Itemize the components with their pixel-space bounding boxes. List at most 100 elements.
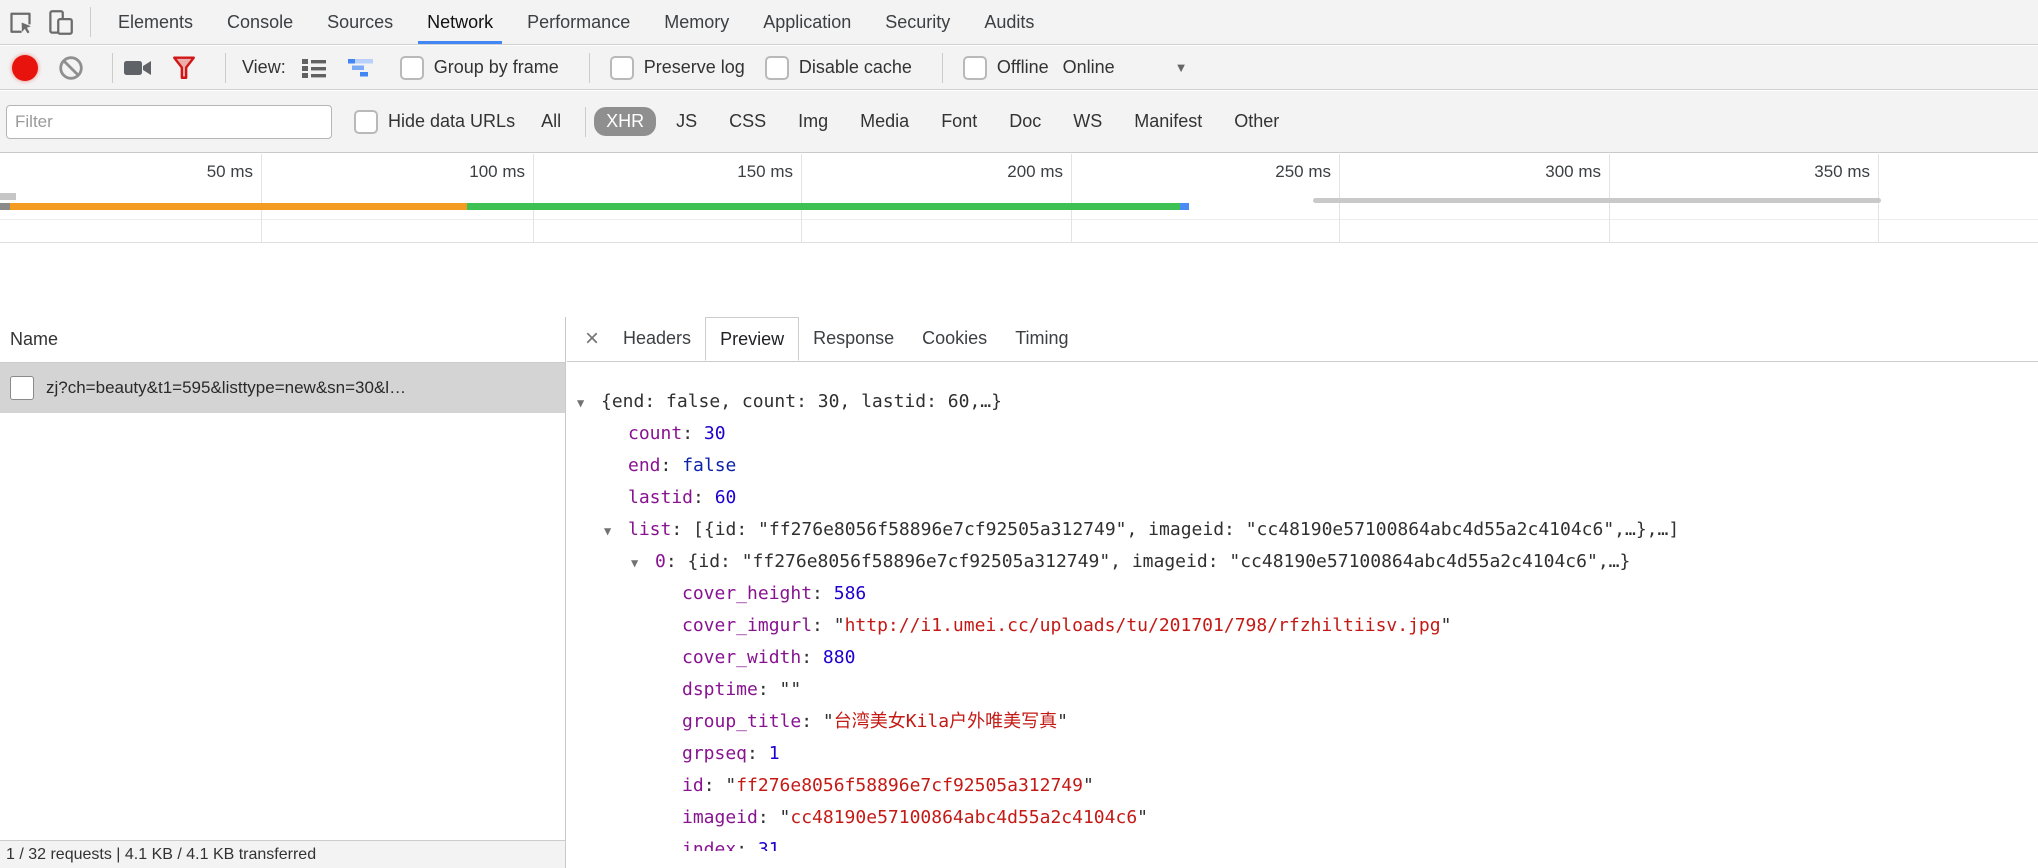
- tree-token: :: [661, 455, 683, 476]
- network-filter-bar: Hide data URLs All XHRJSCSSImgMediaFontD…: [0, 91, 2038, 153]
- hide-data-urls-checkbox[interactable]: [354, 110, 378, 134]
- filter-type-doc[interactable]: Doc: [997, 107, 1053, 136]
- tree-token: 1: [769, 743, 780, 764]
- waterfall-view-button[interactable]: [346, 56, 376, 80]
- tab-audits[interactable]: Audits: [967, 0, 1051, 44]
- throttling-selected-value[interactable]: Online: [1063, 57, 1115, 78]
- detail-tab-preview[interactable]: Preview: [705, 317, 799, 361]
- device-toolbar-button[interactable]: [40, 4, 80, 40]
- list-view-button[interactable]: [300, 56, 328, 80]
- tab-application[interactable]: Application: [746, 0, 868, 44]
- filter-type-ws[interactable]: WS: [1061, 107, 1114, 136]
- detail-tab-timing[interactable]: Timing: [1001, 317, 1082, 361]
- offline-checkbox[interactable]: [963, 56, 987, 80]
- tree-line[interactable]: cover_height: 586: [567, 578, 2038, 610]
- main-tabs: ElementsConsoleSourcesNetworkPerformance…: [101, 0, 1051, 44]
- inspect-element-button[interactable]: [0, 4, 40, 40]
- detail-tab-headers[interactable]: Headers: [609, 317, 705, 361]
- tree-line[interactable]: group_title: "台湾美女Kila户外唯美写真": [567, 706, 2038, 738]
- filter-type-all[interactable]: All: [529, 107, 573, 136]
- tree-token: :: [693, 487, 715, 508]
- capture-screenshots-button[interactable]: [123, 57, 153, 79]
- filter-type-img[interactable]: Img: [786, 107, 840, 136]
- tree-line[interactable]: id: "ff276e8056f58896e7cf92505a312749": [567, 770, 2038, 802]
- filter-type-list: XHR JS CSS Img Media Font Doc WS Manifest Other: [594, 107, 1299, 136]
- tree-token: ": [1083, 775, 1094, 796]
- tree-token: 31: [758, 839, 780, 851]
- expand-arrow-icon[interactable]: ▼: [631, 547, 655, 579]
- throttling-dropdown-arrow-icon[interactable]: ▼: [1175, 60, 1188, 75]
- record-button[interactable]: [12, 55, 38, 81]
- detail-tab-response[interactable]: Response: [799, 317, 908, 361]
- tree-token: imageid: [682, 807, 758, 828]
- name-column-header[interactable]: Name: [0, 317, 565, 363]
- tree-token: : "": [758, 679, 801, 700]
- timeline-tick-label: 300 ms: [1451, 162, 1601, 182]
- offline-label: Offline: [997, 57, 1049, 78]
- json-preview-tree: ▼{end: false, count: 30, lastid: 60,…}co…: [567, 362, 2038, 851]
- tree-token: grpseq: [682, 743, 747, 764]
- filter-toggle-button[interactable]: [171, 55, 197, 81]
- timeline-gridline: [261, 154, 262, 242]
- tree-line[interactable]: count: 30: [567, 418, 2038, 450]
- tree-line[interactable]: ▼list: [{id: "ff276e8056f58896e7cf92505a…: [567, 514, 2038, 546]
- filter-type-css[interactable]: CSS: [717, 107, 778, 136]
- tree-line[interactable]: dsptime: "": [567, 674, 2038, 706]
- filter-type-font[interactable]: Font: [929, 107, 989, 136]
- close-detail-icon[interactable]: ×: [575, 319, 609, 359]
- tree-line[interactable]: index: 31: [567, 834, 2038, 851]
- tree-line[interactable]: ▼{end: false, count: 30, lastid: 60,…}: [567, 386, 2038, 418]
- timeline-scrollbar[interactable]: [1313, 198, 1881, 203]
- request-row[interactable]: zj?ch=beauty&t1=595&listtype=new&sn=30&l…: [0, 363, 565, 413]
- disable-cache-label: Disable cache: [799, 57, 912, 78]
- tab-network[interactable]: Network: [410, 0, 510, 44]
- expand-arrow-icon[interactable]: ▼: [604, 515, 628, 547]
- tree-line[interactable]: cover_imgurl: "http://i1.umei.cc/uploads…: [567, 610, 2038, 642]
- filter-type-other[interactable]: Other: [1222, 107, 1291, 136]
- tree-line[interactable]: grpseq: 1: [567, 738, 2038, 770]
- toolbar-divider: [112, 53, 113, 83]
- tree-token: ff276e8056f58896e7cf92505a312749: [736, 775, 1083, 796]
- tree-token: ": [1057, 711, 1068, 732]
- waterfall-view-icon: [346, 56, 376, 80]
- timeline-tick-label: 350 ms: [1720, 162, 1870, 182]
- request-checkbox[interactable]: [10, 376, 34, 400]
- tab-security[interactable]: Security: [868, 0, 967, 44]
- timeline-tick-label: 100 ms: [375, 162, 525, 182]
- expand-arrow-icon[interactable]: ▼: [577, 387, 601, 419]
- tree-token: :: [682, 423, 704, 444]
- clear-button[interactable]: [58, 55, 84, 81]
- filter-type-js[interactable]: JS: [664, 107, 709, 136]
- tree-token: : ": [801, 711, 834, 732]
- tree-line[interactable]: imageid: "cc48190e57100864abc4d55a2c4104…: [567, 802, 2038, 834]
- timeline-tick-label: 200 ms: [913, 162, 1063, 182]
- tree-token: index: [682, 839, 736, 851]
- tree-token: group_title: [682, 711, 801, 732]
- filter-input[interactable]: [6, 105, 332, 139]
- filter-type-media[interactable]: Media: [848, 107, 921, 136]
- device-toolbar-icon: [47, 9, 74, 36]
- network-overview-timeline[interactable]: 50 ms100 ms150 ms200 ms250 ms300 ms350 m…: [0, 154, 2038, 243]
- tab-elements[interactable]: Elements: [101, 0, 210, 44]
- tree-line[interactable]: lastid: 60: [567, 482, 2038, 514]
- tab-memory[interactable]: Memory: [647, 0, 746, 44]
- tree-token: dsptime: [682, 679, 758, 700]
- request-list-panel: Name zj?ch=beauty&t1=595&listtype=new&sn…: [0, 317, 566, 868]
- tree-token: : ": [758, 807, 791, 828]
- tree-line[interactable]: ▼0: {id: "ff276e8056f58896e7cf92505a3127…: [567, 546, 2038, 578]
- tab-performance[interactable]: Performance: [510, 0, 647, 44]
- disable-cache-checkbox[interactable]: [765, 56, 789, 80]
- group-by-frame-checkbox[interactable]: [400, 56, 424, 80]
- tab-console[interactable]: Console: [210, 0, 310, 44]
- timeline-gridline: [801, 154, 802, 242]
- preserve-log-checkbox[interactable]: [610, 56, 634, 80]
- detail-tab-cookies[interactable]: Cookies: [908, 317, 1001, 361]
- tree-line[interactable]: cover_width: 880: [567, 642, 2038, 674]
- tab-sources[interactable]: Sources: [310, 0, 410, 44]
- tree-token: 880: [823, 647, 856, 668]
- filter-type-manifest[interactable]: Manifest: [1122, 107, 1214, 136]
- load-event-segment: [1180, 203, 1189, 210]
- inspect-cursor-icon: [7, 9, 34, 36]
- tree-line[interactable]: end: false: [567, 450, 2038, 482]
- filter-type-xhr[interactable]: XHR: [594, 107, 656, 136]
